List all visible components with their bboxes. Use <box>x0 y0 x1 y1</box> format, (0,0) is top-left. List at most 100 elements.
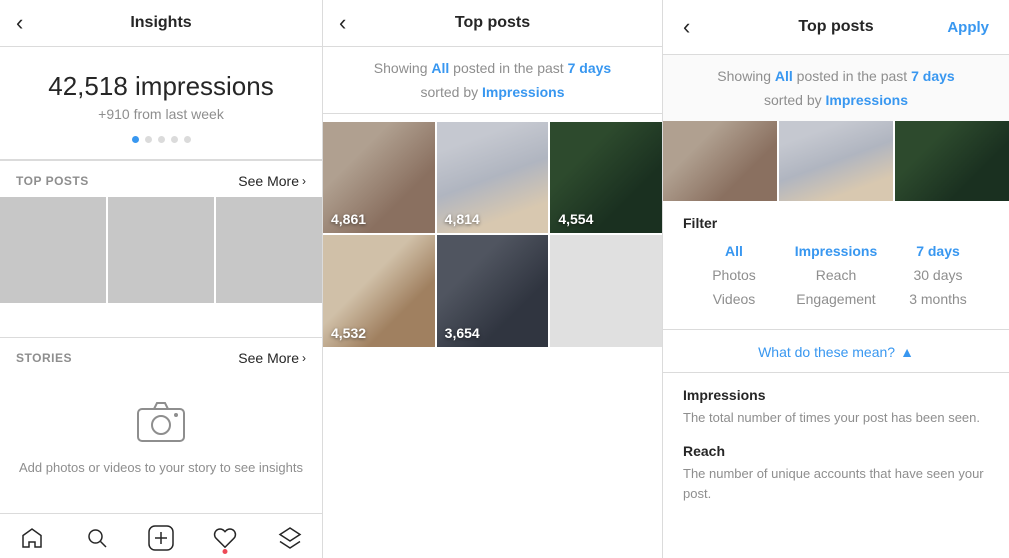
filter-3months[interactable]: 3 months <box>887 291 989 307</box>
top-posts-panel: ‹ Top posts Showing All posted in the pa… <box>323 0 663 558</box>
top-posts-back-button[interactable]: ‹ <box>339 10 346 36</box>
filter-videos[interactable]: Videos <box>683 291 785 307</box>
top-posts-thumbnails <box>0 197 322 315</box>
filter-impressions[interactable]: Impressions <box>785 243 887 259</box>
post-cell-5[interactable]: 3,654 <box>437 235 549 347</box>
post-count-4: 4,532 <box>331 325 366 341</box>
filter-showing-days[interactable]: 7 days <box>911 68 955 84</box>
reach-def-text: The number of unique accounts that have … <box>683 464 989 503</box>
panel3-thumb-2 <box>779 121 893 201</box>
stories-label: STORIES <box>16 351 72 365</box>
filter-panel-title: Top posts <box>798 18 873 36</box>
insights-back-button[interactable]: ‹ <box>16 10 23 36</box>
top-posts-see-more[interactable]: See More › <box>238 173 306 189</box>
dot-4[interactable] <box>171 136 178 143</box>
filter-options: Filter All Impressions 7 days Photos Rea… <box>663 201 1009 330</box>
post-thumb-1[interactable] <box>0 197 106 303</box>
post-cell-3[interactable]: 4,554 <box>550 122 662 234</box>
post-cell-2[interactable]: 4,814 <box>437 122 549 234</box>
dot-5[interactable] <box>184 136 191 143</box>
insights-panel: ‹ Insights 42,518 impressions +910 from … <box>0 0 323 558</box>
stories-chevron-icon: › <box>302 351 306 365</box>
showing-all[interactable]: All <box>431 60 449 76</box>
definition-reach: Reach The number of unique accounts that… <box>683 443 989 503</box>
top-posts-label: TOP POSTS <box>16 174 89 188</box>
dot-3[interactable] <box>158 136 165 143</box>
posts-grid: 4,861 4,814 4,554 4,532 3,654 <box>323 114 662 347</box>
showing-middle: posted in the past <box>449 60 567 76</box>
filter-row-1: All Impressions 7 days <box>683 243 989 259</box>
apply-button[interactable]: Apply <box>947 19 989 36</box>
impressions-number: 42,518 impressions <box>16 71 306 102</box>
filter-showing-middle: posted in the past <box>793 68 911 84</box>
what-mean-text: What do these mean? <box>758 344 895 360</box>
chevron-up-icon: ▲ <box>900 344 914 360</box>
post-count-3: 4,554 <box>558 211 593 227</box>
panel3-preview-images <box>663 121 1009 201</box>
filter-showing-all[interactable]: All <box>775 68 793 84</box>
impressions-section: 42,518 impressions +910 from last week <box>0 47 322 160</box>
post-thumb-3[interactable] <box>216 197 322 303</box>
definitions-section: Impressions The total number of times yo… <box>663 373 1009 534</box>
impressions-def-title: Impressions <box>683 387 989 403</box>
filter-row-2: Photos Reach 30 days <box>683 267 989 283</box>
filter-photos[interactable]: Photos <box>683 267 785 283</box>
filter-back-button[interactable]: ‹ <box>683 14 690 40</box>
filter-panel-header: ‹ Top posts Apply <box>663 0 1009 55</box>
impressions-delta: +910 from last week <box>16 106 306 122</box>
stories-see-more[interactable]: See More › <box>238 350 306 366</box>
top-posts-panel-title: Top posts <box>455 14 530 32</box>
what-mean-button[interactable]: What do these mean? ▲ <box>663 330 1009 373</box>
filter-7days[interactable]: 7 days <box>887 243 989 259</box>
showing-days[interactable]: 7 days <box>568 60 612 76</box>
filter-engagement[interactable]: Engagement <box>785 291 887 307</box>
filter-all[interactable]: All <box>683 243 785 259</box>
top-posts-panel-header: ‹ Top posts <box>323 0 662 47</box>
post-thumb-2[interactable] <box>108 197 214 303</box>
post-count-1: 4,861 <box>331 211 366 227</box>
nav-home-button[interactable] <box>18 524 46 552</box>
top-posts-section: TOP POSTS See More › <box>0 160 322 337</box>
nav-layers-button[interactable] <box>276 524 304 552</box>
filter-row-3: Videos Engagement 3 months <box>683 291 989 307</box>
dot-1[interactable] <box>132 136 139 143</box>
top-posts-showing-text: Showing All posted in the past 7 days sor… <box>323 47 662 114</box>
post-count-2: 4,814 <box>445 211 480 227</box>
dot-2[interactable] <box>145 136 152 143</box>
stories-empty-state: Add photos or videos to your story to se… <box>0 374 322 486</box>
insights-header: ‹ Insights <box>0 0 322 47</box>
showing-sorted-by: sorted by <box>421 84 482 100</box>
filter-showing-prefix: Showing <box>717 68 775 84</box>
panel3-thumb-3 <box>895 121 1009 201</box>
camera-icon <box>134 394 188 448</box>
showing-metric[interactable]: Impressions <box>482 84 564 100</box>
reach-def-title: Reach <box>683 443 989 459</box>
post-count-5: 3,654 <box>445 325 480 341</box>
post-cell-1[interactable]: 4,861 <box>323 122 435 234</box>
post-cell-4[interactable]: 4,532 <box>323 235 435 347</box>
carousel-dots <box>16 136 306 143</box>
nav-search-button[interactable] <box>83 524 111 552</box>
filter-30days[interactable]: 30 days <box>887 267 989 283</box>
chevron-right-icon: › <box>302 174 306 188</box>
stories-empty-text: Add photos or videos to your story to se… <box>19 458 303 478</box>
panel3-thumb-1 <box>663 121 777 201</box>
stories-section: STORIES See More › Add photos or videos … <box>0 337 322 514</box>
post-cell-6[interactable] <box>550 235 662 347</box>
stories-header: STORIES See More › <box>0 338 322 374</box>
filter-showing-metric[interactable]: Impressions <box>826 92 908 108</box>
filter-label: Filter <box>683 215 989 231</box>
filter-reach[interactable]: Reach <box>785 267 887 283</box>
bottom-navigation <box>0 513 322 558</box>
nav-add-button[interactable] <box>147 524 175 552</box>
nav-heart-button[interactable] <box>211 524 239 552</box>
top-posts-header: TOP POSTS See More › <box>0 161 322 197</box>
heart-notification-dot <box>223 549 228 554</box>
insights-title: Insights <box>130 14 191 32</box>
showing-prefix: Showing <box>374 60 432 76</box>
filter-showing-text: Showing All posted in the past 7 days sor… <box>663 55 1009 121</box>
definition-impressions: Impressions The total number of times yo… <box>683 387 989 428</box>
filter-showing-sorted: sorted by <box>764 92 825 108</box>
filter-panel: ‹ Top posts Apply Showing All posted in … <box>663 0 1009 558</box>
impressions-def-text: The total number of times your post has … <box>683 408 989 428</box>
